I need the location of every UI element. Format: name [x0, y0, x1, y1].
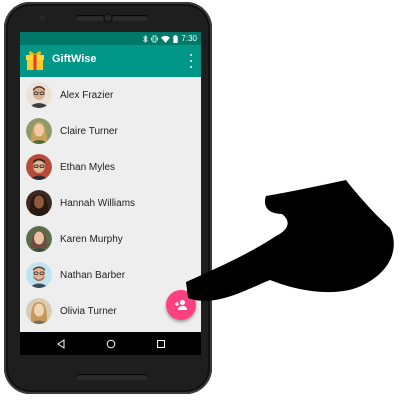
status-time: 7:30: [181, 34, 197, 43]
avatar: [26, 190, 52, 216]
recents-button[interactable]: [154, 337, 168, 351]
phone-body: 7:30 GiftWise Alex Frazier Claire Turner…: [4, 2, 212, 394]
contact-name: Alex Frazier: [60, 89, 114, 101]
add-contact-button[interactable]: [166, 290, 196, 320]
back-button[interactable]: [54, 337, 68, 351]
app-bar: GiftWise: [20, 45, 201, 77]
bluetooth-icon: [143, 34, 148, 43]
back-icon: [57, 339, 65, 349]
phone-screen: 7:30 GiftWise Alex Frazier Claire Turner…: [20, 32, 201, 355]
avatar: [26, 262, 52, 288]
gift-box-icon: [26, 51, 44, 70]
home-icon: [106, 339, 116, 349]
add-person-icon: [175, 300, 187, 310]
contact-name: Karen Murphy: [60, 233, 123, 245]
avatar: [26, 154, 52, 180]
avatar: [26, 226, 52, 252]
wifi-icon: [161, 35, 171, 43]
contact-name: Claire Turner: [60, 125, 118, 137]
contact-row-ethan-myles[interactable]: Ethan Myles: [20, 149, 201, 185]
contact-name: Nathan Barber: [60, 269, 126, 281]
app-title: GiftWise: [52, 53, 97, 65]
contact-name: Olivia Turner: [60, 305, 117, 317]
status-bar: 7:30: [20, 32, 201, 45]
contact-row-claire-turner[interactable]: Claire Turner: [20, 113, 201, 149]
front-camera: [103, 13, 113, 23]
contact-row-karen-murphy[interactable]: Karen Murphy: [20, 221, 201, 257]
recents-icon: [157, 340, 165, 348]
home-button[interactable]: [104, 337, 118, 351]
contact-row-nathan-barber[interactable]: Nathan Barber: [20, 257, 201, 293]
battery-icon: [173, 34, 179, 43]
contact-name: Ethan Myles: [60, 161, 116, 173]
contact-row-hannah-williams[interactable]: Hannah Williams: [20, 185, 201, 221]
more-vert-icon[interactable]: [187, 54, 195, 68]
avatar: [26, 298, 52, 324]
bottom-speaker: [76, 374, 148, 380]
proximity-sensor: [40, 15, 45, 20]
avatar: [26, 82, 52, 108]
contact-name: Hannah Williams: [60, 197, 136, 209]
vibrate-icon: [151, 35, 159, 42]
avatar: [26, 118, 52, 144]
navigation-bar: [20, 332, 201, 355]
contact-row-alex-frazier[interactable]: Alex Frazier: [20, 77, 201, 113]
